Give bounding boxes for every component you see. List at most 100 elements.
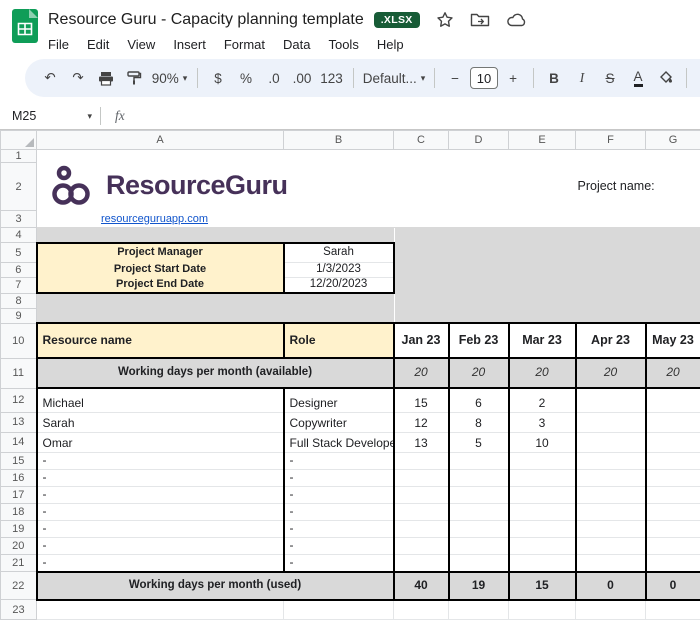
empty-role-cell[interactable]: -: [284, 469, 394, 486]
row-header[interactable]: 3: [1, 211, 37, 228]
grid-cell[interactable]: [509, 600, 576, 620]
menu-item-edit[interactable]: Edit: [78, 35, 118, 54]
days-cell[interactable]: 5: [449, 432, 509, 452]
column-header-g[interactable]: G: [646, 131, 700, 150]
doc-title[interactable]: Resource Guru - Capacity planning templa…: [48, 11, 364, 29]
row-header[interactable]: 17: [1, 486, 37, 503]
empty-role-cell[interactable]: -: [284, 452, 394, 469]
row-header[interactable]: 11: [1, 358, 37, 388]
row-header[interactable]: 19: [1, 520, 37, 537]
row-header[interactable]: 1: [1, 150, 37, 163]
days-cell[interactable]: [576, 469, 646, 486]
days-cell[interactable]: [646, 537, 700, 554]
days-cell[interactable]: [646, 520, 700, 537]
cloud-status-icon[interactable]: [506, 12, 528, 28]
column-header-a[interactable]: A: [37, 131, 284, 150]
strikethrough-button[interactable]: S: [597, 65, 623, 91]
text-color-button[interactable]: A: [625, 65, 651, 91]
days-cell[interactable]: [394, 503, 449, 520]
days-cell[interactable]: [509, 452, 576, 469]
month-header-cell[interactable]: Jan 23: [394, 323, 449, 358]
logo-link-cell[interactable]: resourceguruapp.com: [37, 211, 700, 228]
used-label-cell[interactable]: Working days per month (used): [37, 572, 394, 600]
grid-cell[interactable]: [37, 293, 394, 308]
days-cell[interactable]: [449, 469, 509, 486]
project-start-value-cell[interactable]: 1/3/2023: [284, 263, 394, 278]
undo-button[interactable]: ↶: [37, 65, 63, 91]
move-to-folder-icon[interactable]: [470, 12, 490, 28]
project-end-value-cell[interactable]: 12/20/2023: [284, 278, 394, 294]
resource-name-cell[interactable]: Omar: [37, 432, 284, 452]
grid-cell[interactable]: [37, 600, 284, 620]
used-value-cell[interactable]: 0: [646, 572, 700, 600]
days-cell[interactable]: 15: [394, 388, 449, 412]
days-cell[interactable]: [576, 452, 646, 469]
decrease-font-size-button[interactable]: −: [442, 65, 468, 91]
days-cell[interactable]: [646, 412, 700, 432]
days-cell[interactable]: 13: [394, 432, 449, 452]
empty-role-cell[interactable]: -: [284, 503, 394, 520]
row-header[interactable]: 6: [1, 263, 37, 278]
empty-resource-cell[interactable]: -: [37, 486, 284, 503]
days-cell[interactable]: [576, 412, 646, 432]
resourceguru-link[interactable]: resourceguruapp.com: [101, 213, 208, 225]
logo-cell[interactable]: ResourceGuru: [37, 163, 576, 211]
used-value-cell[interactable]: 15: [509, 572, 576, 600]
redo-button[interactable]: ↷: [65, 65, 91, 91]
empty-role-cell[interactable]: -: [284, 554, 394, 572]
days-cell[interactable]: [449, 452, 509, 469]
paint-format-button[interactable]: [121, 65, 147, 91]
days-cell[interactable]: [394, 537, 449, 554]
row-header[interactable]: 16: [1, 469, 37, 486]
fill-color-button[interactable]: [653, 65, 679, 91]
available-value-cell[interactable]: 20: [449, 358, 509, 388]
empty-role-cell[interactable]: -: [284, 486, 394, 503]
row-header[interactable]: 23: [1, 600, 37, 620]
days-cell[interactable]: [509, 554, 576, 572]
grid-cell[interactable]: [449, 600, 509, 620]
resource-role-cell[interactable]: Full Stack Developer: [284, 432, 394, 452]
empty-role-cell[interactable]: -: [284, 520, 394, 537]
grid-cell[interactable]: [576, 600, 646, 620]
row-header[interactable]: 8: [1, 293, 37, 308]
row-header[interactable]: 9: [1, 308, 37, 323]
days-cell[interactable]: [394, 554, 449, 572]
grid-cell[interactable]: [646, 600, 700, 620]
row-header[interactable]: 12: [1, 388, 37, 412]
days-cell[interactable]: [509, 520, 576, 537]
resource-role-cell[interactable]: Designer: [284, 388, 394, 412]
days-cell[interactable]: 3: [509, 412, 576, 432]
days-cell[interactable]: 12: [394, 412, 449, 432]
month-header-cell[interactable]: Feb 23: [449, 323, 509, 358]
days-cell[interactable]: [576, 554, 646, 572]
used-value-cell[interactable]: 19: [449, 572, 509, 600]
print-button[interactable]: [93, 65, 119, 91]
zoom-dropdown[interactable]: 90%▾: [149, 65, 190, 91]
google-sheets-icon[interactable]: [12, 9, 38, 48]
month-header-cell[interactable]: Mar 23: [509, 323, 576, 358]
empty-resource-cell[interactable]: -: [37, 503, 284, 520]
month-header-cell[interactable]: Apr 23: [576, 323, 646, 358]
days-cell[interactable]: 8: [449, 412, 509, 432]
available-value-cell[interactable]: 20: [576, 358, 646, 388]
days-cell[interactable]: [394, 520, 449, 537]
resource-role-cell[interactable]: Copywriter: [284, 412, 394, 432]
row-header[interactable]: 18: [1, 503, 37, 520]
number-format-button[interactable]: 123: [317, 65, 346, 91]
grid-cell[interactable]: [37, 150, 700, 163]
days-cell[interactable]: [646, 554, 700, 572]
menu-item-data[interactable]: Data: [274, 35, 319, 54]
column-header-f[interactable]: F: [576, 131, 646, 150]
grid-cell[interactable]: [394, 228, 700, 324]
days-cell[interactable]: [394, 469, 449, 486]
grid-cell[interactable]: [37, 308, 394, 323]
empty-resource-cell[interactable]: -: [37, 520, 284, 537]
available-value-cell[interactable]: 20: [394, 358, 449, 388]
days-cell[interactable]: [646, 469, 700, 486]
project-name-label-cell[interactable]: Project name:: [576, 163, 700, 211]
star-icon[interactable]: [436, 11, 454, 29]
menu-item-format[interactable]: Format: [215, 35, 274, 54]
percent-format-button[interactable]: %: [233, 65, 259, 91]
used-value-cell[interactable]: 0: [576, 572, 646, 600]
row-header[interactable]: 7: [1, 278, 37, 294]
